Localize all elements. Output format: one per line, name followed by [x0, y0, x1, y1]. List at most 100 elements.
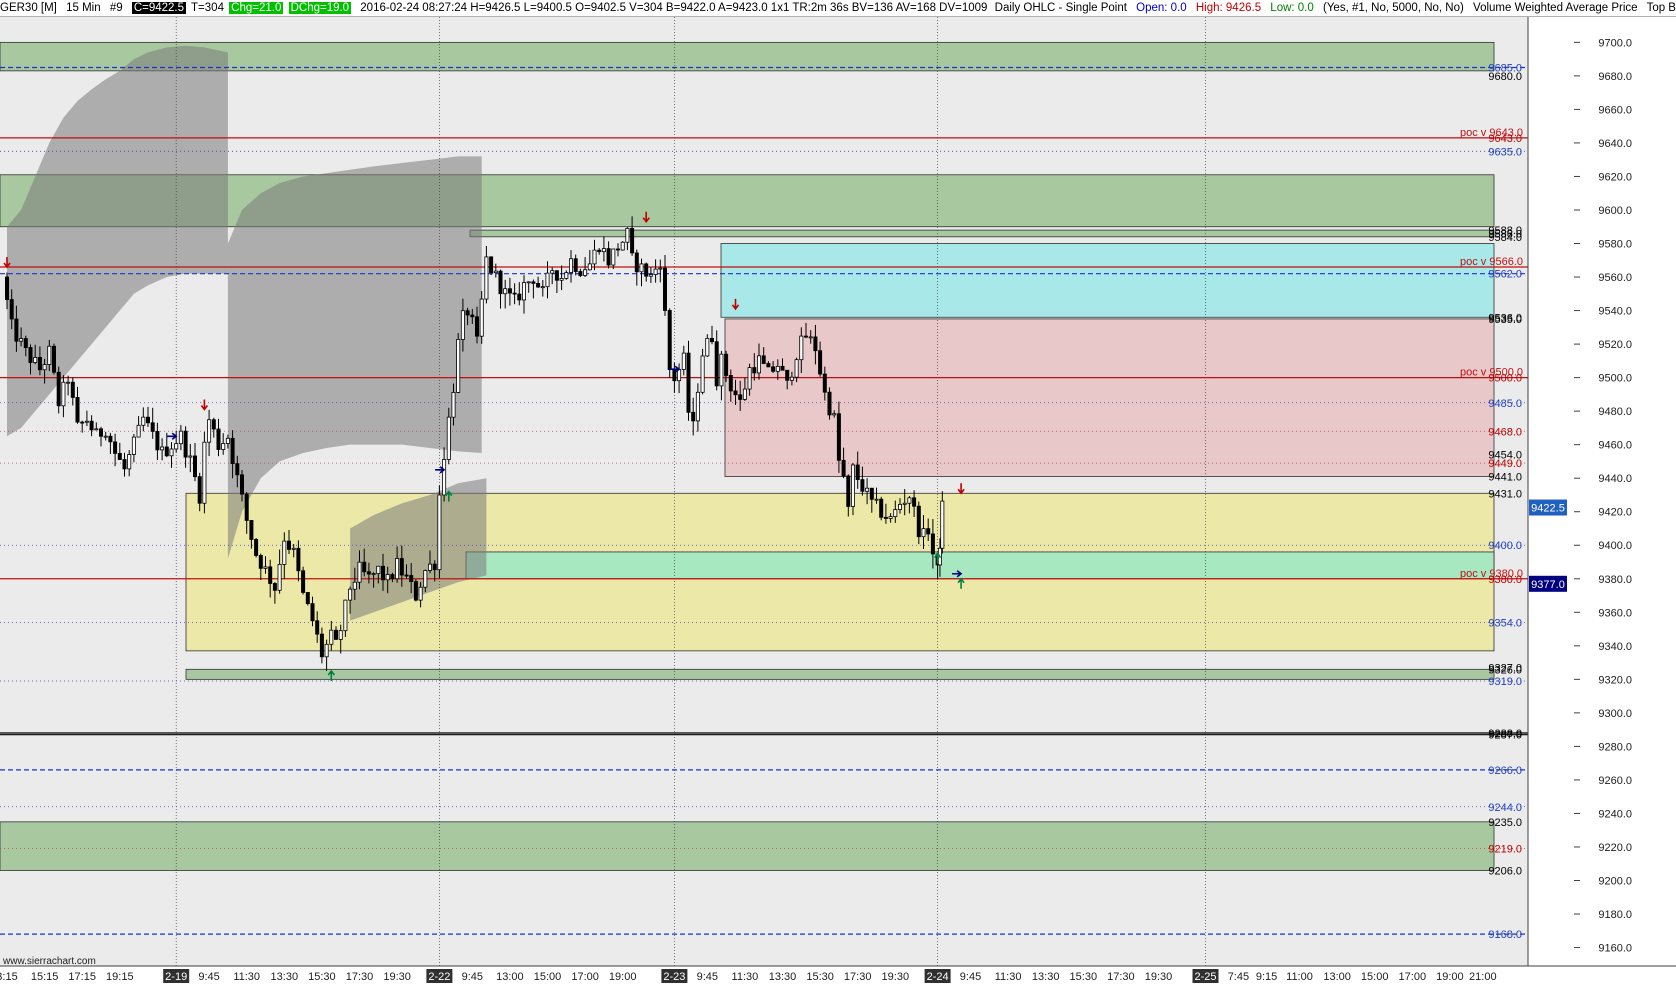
- candle-body: [907, 497, 912, 504]
- close-value-badge: C=9422.5: [131, 2, 187, 14]
- price-tick-label: 9540.0: [1598, 306, 1632, 318]
- candle-body: [277, 564, 282, 591]
- price-chart[interactable]: poc v 9643.0poc v 9566.0poc v 9500.0poc …: [0, 17, 1676, 986]
- candle-body: [141, 416, 146, 426]
- candle-body: [70, 381, 75, 398]
- candle-body: [738, 394, 743, 400]
- candle-body: [254, 539, 259, 556]
- level-price-label: 9235.0: [1488, 817, 1522, 829]
- candle-body: [324, 643, 329, 658]
- candle-body: [526, 281, 531, 284]
- candle-body: [757, 355, 762, 374]
- candle-body: [465, 310, 470, 316]
- candle-body: [700, 355, 705, 393]
- candle-body: [296, 547, 301, 572]
- candle-body: [780, 365, 785, 371]
- candle-body: [99, 428, 104, 437]
- level-price-label: 9219.0: [1488, 844, 1522, 856]
- candle-body: [188, 455, 193, 458]
- time-tick-label: 15:00: [1361, 971, 1389, 983]
- candle-body: [883, 516, 888, 519]
- price-tick-label: 9620.0: [1598, 171, 1632, 183]
- candle-body: [28, 347, 33, 363]
- poc-label: poc v 9566.0: [1460, 256, 1523, 268]
- change-badge: Chg=21.0: [229, 2, 284, 14]
- candle-body: [498, 270, 503, 295]
- candle-body: [728, 375, 733, 392]
- candle-body: [620, 241, 625, 251]
- candle-body: [851, 464, 856, 507]
- trades-label: T=304: [191, 2, 224, 14]
- candle-body: [663, 267, 668, 311]
- candle-body: [616, 248, 621, 251]
- candle-body: [362, 561, 367, 573]
- candle-body: [315, 620, 320, 635]
- candle-body: [719, 353, 724, 387]
- level-price-label: 9400.0: [1488, 540, 1522, 552]
- candle-body: [813, 336, 818, 352]
- candle-body: [653, 268, 658, 275]
- day-label: 2-25: [1194, 971, 1216, 983]
- candle-body: [52, 345, 57, 373]
- candle-body: [258, 555, 263, 569]
- candle-body: [446, 416, 451, 460]
- candle-body: [357, 561, 362, 583]
- level-price-label: 9485.0: [1488, 398, 1522, 410]
- price-tick-label: 9320.0: [1598, 674, 1632, 686]
- candle-body: [639, 263, 644, 273]
- time-tick-label: 13:30: [271, 971, 299, 983]
- candle-body: [493, 270, 498, 274]
- top-bar-study-label[interactable]: Top Bar: [1647, 2, 1676, 14]
- price-tick-label: 9340.0: [1598, 641, 1632, 653]
- vwap-study-label[interactable]: Volume Weighted Average Price: [1473, 2, 1638, 14]
- candle-body: [484, 256, 489, 300]
- level-price-label: 9449.0: [1488, 458, 1522, 470]
- candle-body: [902, 502, 907, 505]
- candle-body: [197, 476, 202, 504]
- zone-green-bottom: [0, 821, 1495, 871]
- time-tick-label: 15:15: [31, 971, 59, 983]
- study-name-label[interactable]: Daily OHLC - Single Point: [995, 2, 1127, 14]
- candle-body: [14, 318, 19, 342]
- timeframe-label[interactable]: 15 Min: [66, 2, 101, 14]
- candle-body: [898, 503, 903, 510]
- candle-body: [545, 272, 550, 288]
- price-tick-label: 9400.0: [1598, 540, 1632, 552]
- candle-body: [395, 558, 400, 580]
- candle-body: [366, 571, 371, 575]
- current-price-text: 9422.5: [1531, 503, 1565, 515]
- candle-body: [89, 420, 94, 431]
- candle-body: [249, 520, 254, 540]
- price-tick-label: 9640.0: [1598, 138, 1632, 150]
- level-price-label: 9287.0: [1488, 730, 1522, 742]
- candle-body: [117, 452, 122, 460]
- candle-body: [785, 369, 790, 381]
- time-tick-label: 19:30: [1145, 971, 1173, 983]
- candle-body: [451, 392, 456, 418]
- candle-body: [597, 249, 602, 253]
- level-price-label: 9584.0: [1488, 232, 1522, 244]
- time-tick-label: 21:00: [1469, 971, 1497, 983]
- time-axis[interactable]: 3:15 15:15 17:15 19:15 2-19 9:45 11:30 13:30 15:…: [0, 965, 1676, 986]
- level-price-label: 9380.0: [1488, 574, 1522, 586]
- time-tick-label: 17:30: [346, 971, 374, 983]
- level-price-label: 9680.0: [1488, 71, 1522, 83]
- study-high-value: High: 9426.5: [1195, 2, 1262, 14]
- candle-body: [413, 581, 418, 601]
- candle-body: [202, 441, 207, 504]
- candle-body: [536, 283, 541, 288]
- price-tick-label: 9300.0: [1598, 708, 1632, 720]
- candle-body: [385, 574, 390, 581]
- study-params-label: (Yes, #1, No, 5000, No, No): [1322, 2, 1464, 14]
- candle-body: [658, 267, 663, 270]
- symbol-label[interactable]: GER30 [M]: [0, 2, 57, 14]
- candle-body: [540, 286, 545, 289]
- time-tick-label: 17:30: [844, 971, 872, 983]
- price-tick-label: 9500.0: [1598, 373, 1632, 385]
- candle-body: [19, 338, 24, 342]
- candle-body: [846, 475, 851, 507]
- chart-number-label: #9: [109, 2, 123, 14]
- candle-body: [550, 270, 555, 274]
- candle-body: [150, 422, 155, 432]
- candle-body: [310, 603, 315, 622]
